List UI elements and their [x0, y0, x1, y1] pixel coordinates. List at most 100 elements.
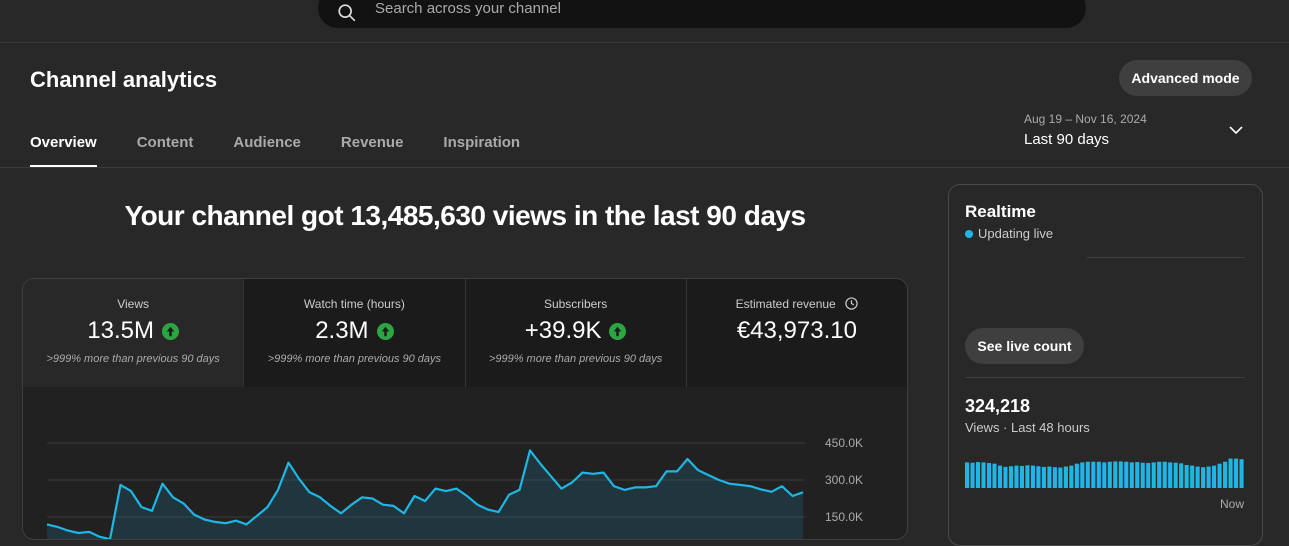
metric-label: Watch time (hours) — [303, 297, 405, 311]
y-tick-label: 300.0K — [825, 473, 863, 487]
realtime-bar[interactable] — [1058, 467, 1063, 488]
realtime-view-count: 324,218 — [965, 396, 1031, 416]
realtime-bar[interactable] — [1151, 462, 1156, 488]
realtime-bar[interactable] — [1239, 459, 1244, 488]
metric-value-row: 13.5M — [23, 317, 243, 345]
metric-value: €43,973.10 — [736, 317, 857, 344]
tab-overview[interactable]: Overview — [30, 133, 97, 167]
page-title: Channel analytics — [30, 67, 218, 92]
realtime-bar[interactable] — [1014, 465, 1019, 488]
realtime-panel: Realtime Updating live See live count 32… — [948, 184, 1263, 546]
realtime-bar[interactable] — [1069, 465, 1074, 488]
realtime-bar[interactable] — [1212, 465, 1217, 488]
tab-audience[interactable]: Audience — [233, 133, 301, 167]
realtime-bar[interactable] — [981, 462, 986, 488]
now-label: Now — [1220, 497, 1245, 511]
realtime-bar[interactable] — [1201, 467, 1206, 488]
metric-estimated-revenue[interactable]: Estimated revenue €43,973.10 — [685, 279, 907, 387]
metric-value: +39.9K — [524, 317, 602, 344]
metric-value: 13.5M — [87, 317, 154, 344]
realtime-bar[interactable] — [1206, 466, 1211, 488]
realtime-bar[interactable] — [1041, 466, 1046, 488]
realtime-bar[interactable] — [1195, 466, 1200, 488]
see-live-count-button[interactable]: See live count — [965, 328, 1084, 364]
realtime-bar[interactable] — [1091, 461, 1096, 488]
realtime-bar[interactable] — [997, 465, 1003, 488]
tab-content[interactable]: Content — [137, 133, 194, 167]
metric-change: >999% more than previous 90 days — [267, 353, 442, 365]
realtime-bar[interactable] — [1063, 466, 1068, 488]
tab-revenue[interactable]: Revenue — [341, 133, 404, 167]
search-bar[interactable]: Search across your channel — [318, 0, 1086, 28]
realtime-bar[interactable] — [970, 462, 975, 488]
realtime-bar[interactable] — [1080, 462, 1085, 488]
realtime-bar[interactable] — [1030, 465, 1035, 488]
divider — [965, 377, 1245, 378]
chevron-down-icon — [1229, 126, 1243, 135]
divider — [1087, 257, 1245, 258]
realtime-bar[interactable] — [1052, 467, 1057, 488]
realtime-bar[interactable] — [1102, 462, 1107, 488]
realtime-bar[interactable] — [1184, 464, 1189, 488]
trend-up-icon — [161, 322, 179, 340]
realtime-bar[interactable] — [975, 462, 981, 488]
realtime-bar[interactable] — [1168, 462, 1173, 488]
metric-subscribers[interactable]: Subscribers +39.9K >999% more than previ… — [464, 279, 686, 387]
tab-bar: Overview Content Audience Revenue Inspir… — [30, 133, 560, 167]
realtime-title: Realtime — [965, 202, 1036, 221]
realtime-bar[interactable] — [1025, 465, 1030, 488]
metric-change: >999% more than previous 90 days — [46, 353, 220, 365]
realtime-bar[interactable] — [1019, 465, 1024, 488]
realtime-bar[interactable] — [1107, 461, 1112, 488]
realtime-bar[interactable] — [1140, 462, 1145, 488]
y-tick-label: 450.0K — [825, 436, 863, 450]
metric-value: 2.3M — [315, 317, 369, 344]
realtime-bar[interactable] — [1074, 463, 1079, 488]
realtime-bar[interactable] — [1217, 463, 1222, 488]
metric-change: >999% more than previous 90 days — [488, 353, 663, 365]
realtime-bar[interactable] — [1162, 461, 1167, 488]
metric-label: Subscribers — [543, 297, 608, 311]
realtime-bar[interactable] — [1129, 462, 1134, 488]
realtime-bar[interactable] — [1146, 463, 1151, 488]
realtime-bar[interactable] — [1124, 461, 1129, 488]
y-tick-label: 150.0K — [825, 510, 863, 524]
realtime-bar[interactable] — [1008, 466, 1014, 488]
clock-icon — [845, 297, 858, 310]
realtime-bar[interactable] — [1157, 461, 1162, 488]
views-headline: Your channel got 13,485,630 views in the… — [124, 200, 806, 231]
realtime-bar[interactable] — [1223, 461, 1228, 488]
trend-up-icon — [376, 322, 394, 340]
realtime-bar[interactable] — [965, 462, 970, 488]
realtime-bar[interactable] — [1118, 461, 1123, 488]
realtime-bar[interactable] — [1096, 461, 1101, 488]
realtime-bar[interactable] — [1003, 466, 1008, 488]
search-icon — [338, 4, 356, 22]
realtime-bar[interactable] — [1135, 462, 1140, 488]
realtime-bar[interactable] — [1036, 466, 1041, 488]
advanced-mode-button[interactable]: Advanced mode — [1119, 60, 1252, 96]
realtime-bar[interactable] — [1113, 461, 1118, 488]
realtime-bar[interactable] — [1190, 465, 1195, 488]
date-range-text: Aug 19 – Nov 16, 2024 — [1024, 112, 1147, 126]
realtime-bar[interactable] — [1228, 458, 1233, 488]
realtime-bar[interactable] — [1047, 466, 1052, 488]
metric-views[interactable]: Views 13.5M >999% more than previous 90 … — [23, 279, 244, 387]
realtime-bar[interactable] — [986, 463, 992, 488]
metric-label: Views — [117, 297, 150, 311]
metric-value-row: €43,973.10 — [687, 317, 907, 345]
realtime-bar[interactable] — [1173, 462, 1178, 488]
realtime-bar-chart — [965, 458, 1244, 488]
tab-inspiration[interactable]: Inspiration — [443, 133, 520, 167]
search-placeholder[interactable]: Search across your channel — [375, 0, 561, 17]
realtime-bar[interactable] — [1234, 458, 1239, 488]
realtime-bar[interactable] — [1179, 463, 1184, 488]
live-status: Updating live — [965, 226, 1053, 241]
date-range-picker[interactable]: Aug 19 – Nov 16, 2024 Last 90 days — [1024, 112, 1254, 152]
realtime-bar[interactable] — [992, 463, 997, 488]
metric-watch-time[interactable]: Watch time (hours) 2.3M >999% more than … — [243, 279, 465, 387]
realtime-bar[interactable] — [1085, 461, 1090, 488]
date-range-label: Last 90 days — [1024, 131, 1110, 148]
realtime-count-label: Views · Last 48 hours — [965, 420, 1090, 435]
metric-tabs: Views 13.5M >999% more than previous 90 … — [23, 279, 907, 387]
